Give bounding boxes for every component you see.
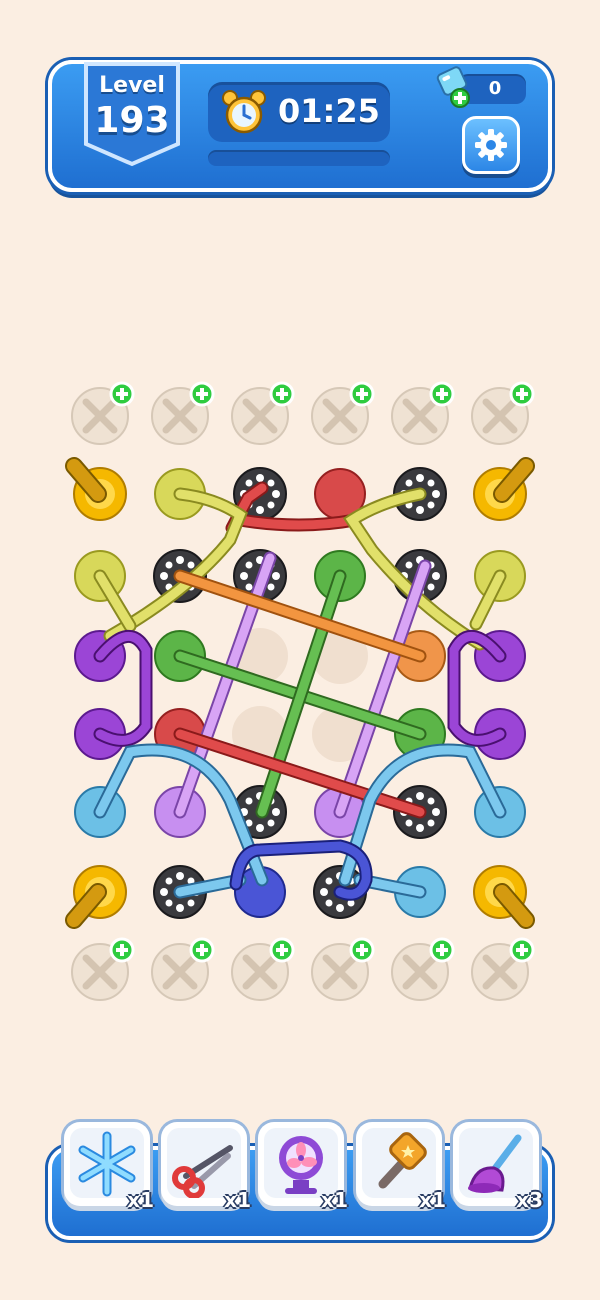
plunger-count: x3 — [516, 1188, 543, 1212]
fan-booster-button[interactable]: x1 — [258, 1122, 348, 1212]
locked-slot-row-top[interactable] — [72, 383, 533, 444]
gold-pin-bottom-left[interactable] — [65, 865, 127, 929]
gold-pin-top-right[interactable] — [473, 457, 535, 521]
ropes[interactable] — [93, 481, 507, 901]
hammer-booster-button[interactable]: x1 — [356, 1122, 446, 1212]
fan-count: x1 — [321, 1188, 348, 1212]
plunger-booster-button[interactable]: x3 — [453, 1122, 543, 1212]
freeze-count: x1 — [127, 1188, 154, 1212]
locked-slot-row-bottom[interactable] — [72, 939, 533, 1000]
gold-pin-bottom-right[interactable] — [473, 865, 535, 929]
scissors-count: x1 — [224, 1188, 251, 1212]
rope-orange — [173, 569, 427, 663]
hammer-count: x1 — [419, 1188, 446, 1212]
rope-red-top — [233, 513, 362, 532]
game-board — [65, 0, 600, 1300]
gold-pin-top-left[interactable] — [65, 457, 127, 521]
freeze-booster-button[interactable]: x1 — [64, 1122, 154, 1212]
scissors-booster-button[interactable]: x1 — [161, 1122, 251, 1212]
